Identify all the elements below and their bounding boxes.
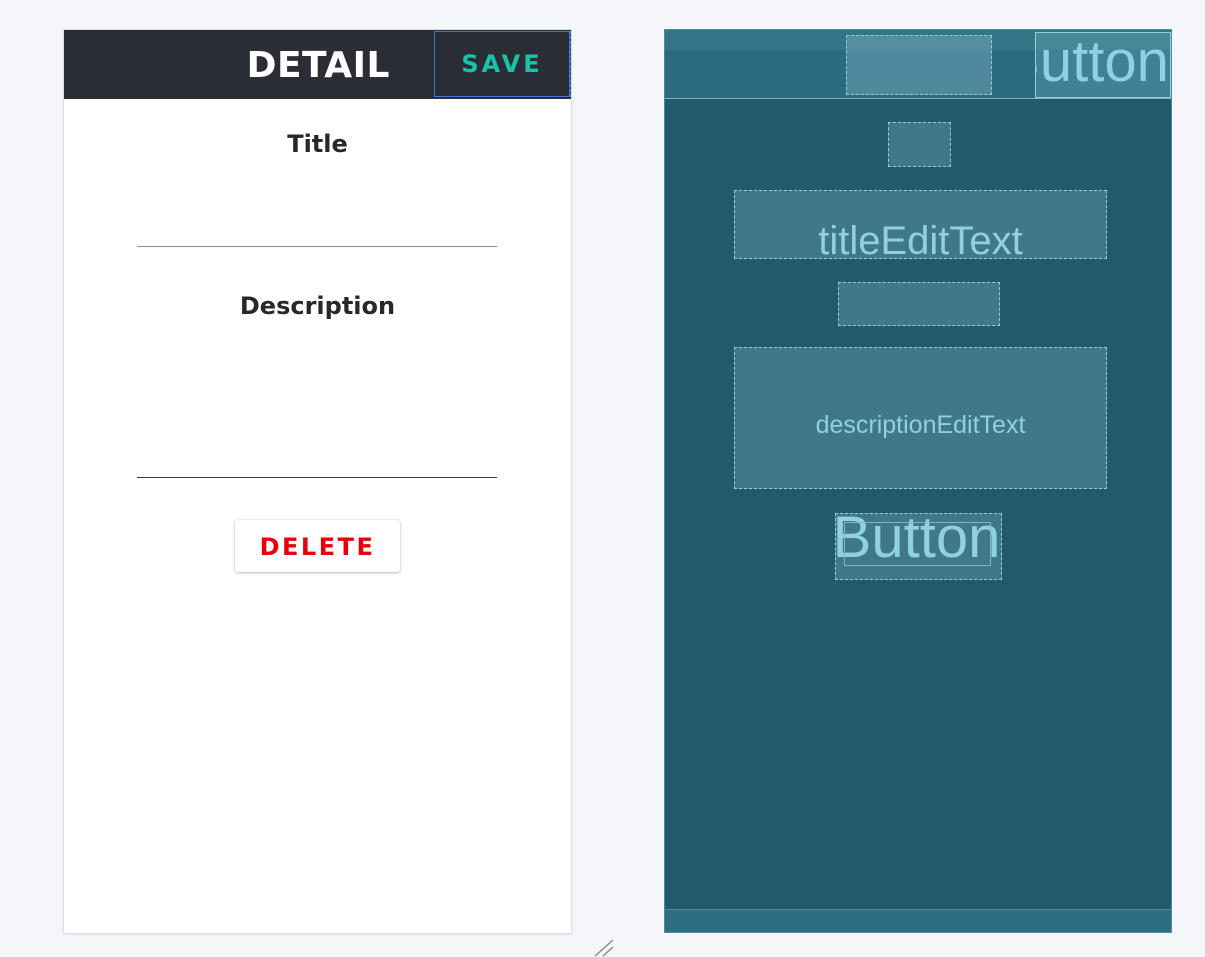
resize-handle-icon[interactable] — [591, 936, 621, 957]
blueprint-description-label[interactable] — [838, 282, 1000, 326]
blueprint-title-label[interactable] — [888, 122, 951, 167]
blueprint-save-button[interactable]: Button — [1035, 32, 1171, 98]
blueprint-toolbar-title[interactable] — [846, 35, 992, 95]
delete-button[interactable]: DELETE — [235, 520, 400, 572]
description-edit-text[interactable] — [137, 477, 497, 478]
title-label: Title — [287, 130, 348, 158]
toolbar-title: DETAIL — [246, 45, 390, 86]
blueprint-delete-button[interactable]: Button — [835, 513, 1002, 580]
blueprint-preview: Button titleEditText descriptionEditText… — [664, 29, 1172, 933]
title-edit-text[interactable] — [137, 246, 497, 247]
blueprint-nav-bar — [665, 909, 1171, 932]
blueprint-description-edit-text[interactable]: descriptionEditText — [734, 347, 1107, 489]
design-preview: DETAIL SAVE Title Description DELETE — [64, 30, 571, 933]
blueprint-title-edit-text[interactable]: titleEditText — [734, 190, 1107, 259]
toolbar: DETAIL SAVE — [64, 30, 571, 99]
save-button[interactable]: SAVE — [434, 31, 571, 97]
description-label: Description — [239, 292, 396, 320]
blueprint-delete-button-inner — [844, 522, 991, 566]
